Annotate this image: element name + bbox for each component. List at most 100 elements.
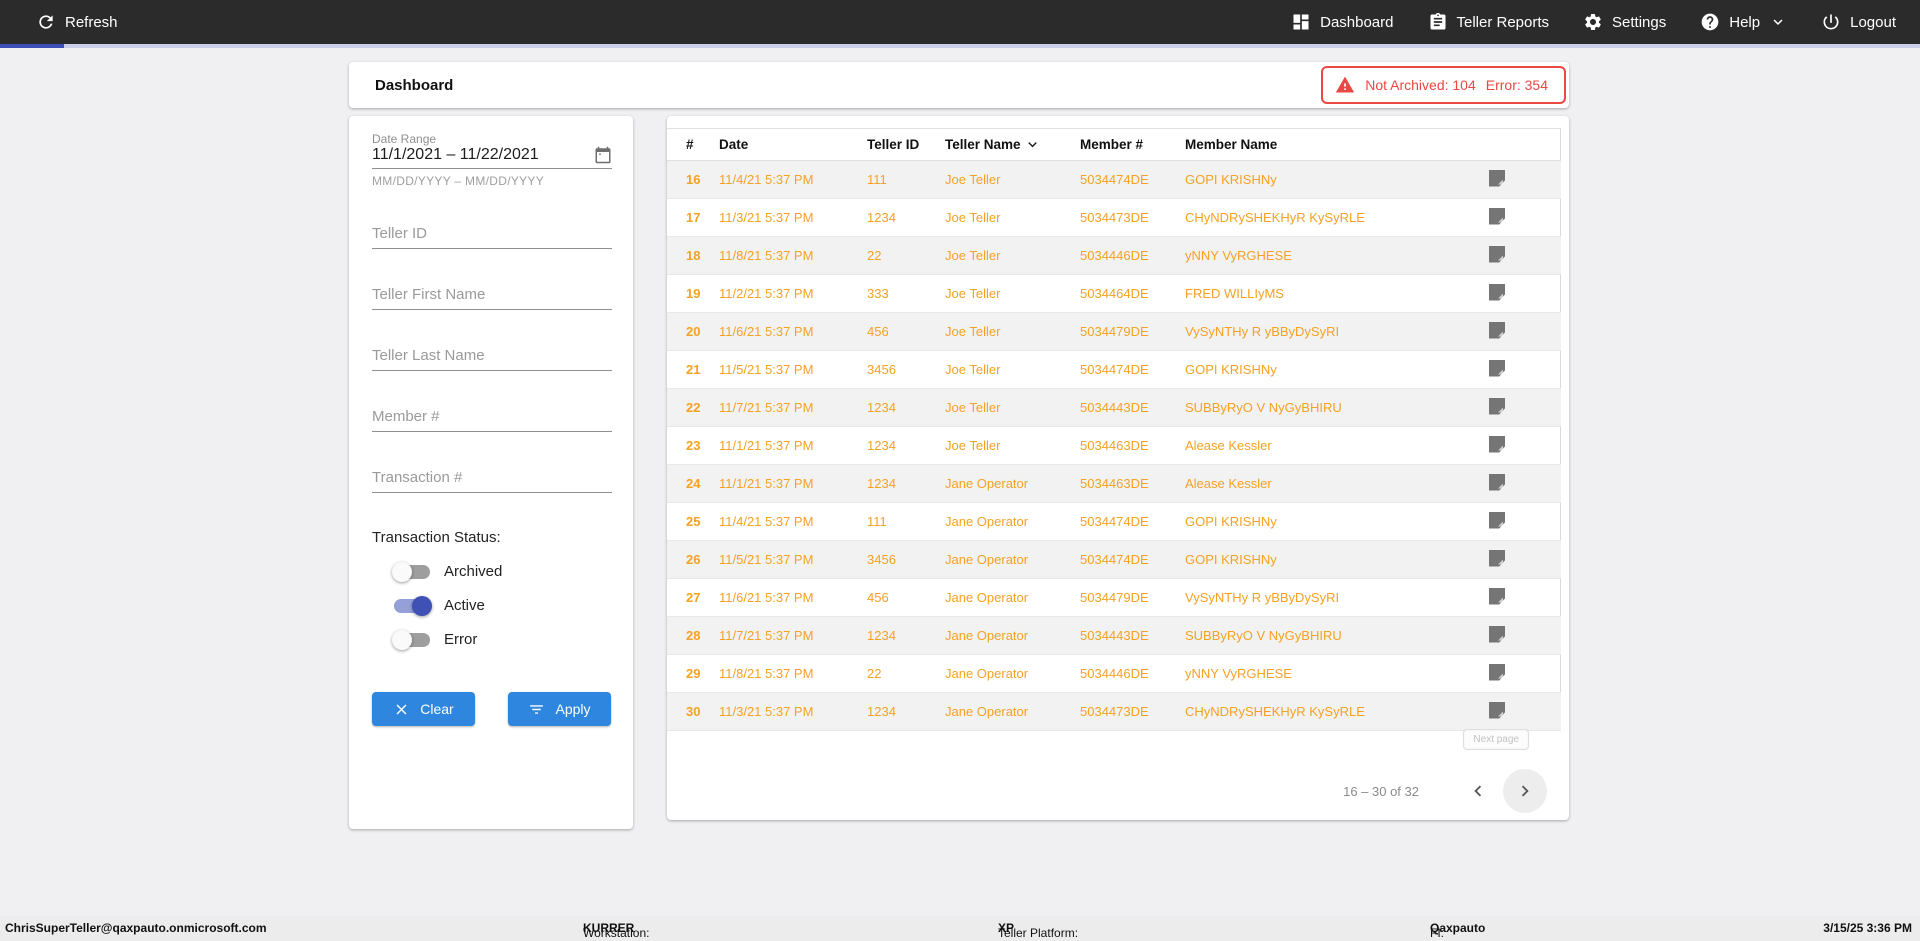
row-teller-id: 456 [867, 312, 945, 351]
nav-dashboard[interactable]: Dashboard [1291, 12, 1394, 32]
nav-logout[interactable]: Logout [1821, 12, 1896, 32]
note-icon[interactable] [1489, 663, 1505, 681]
row-number: 18 [667, 236, 719, 275]
active-toggle-label: Active [444, 597, 485, 614]
row-number: 23 [667, 426, 719, 465]
row-member-number: 5034474DE [1080, 540, 1185, 579]
row-date: 11/8/21 5:37 PM [719, 654, 867, 693]
row-date: 11/3/21 5:37 PM [719, 198, 867, 237]
next-page-button[interactable] [1503, 769, 1547, 813]
note-icon[interactable] [1489, 207, 1505, 225]
row-teller-id: 1234 [867, 464, 945, 503]
row-teller-name: Joe Teller [945, 312, 1080, 351]
note-icon[interactable] [1489, 283, 1505, 301]
column-header-date[interactable]: Date [719, 128, 867, 161]
note-icon[interactable] [1489, 625, 1505, 643]
note-icon[interactable] [1489, 587, 1505, 605]
apply-button[interactable]: Apply [508, 692, 611, 726]
row-member-name: GOPI KRISHNy [1185, 350, 1489, 389]
column-header-member-name[interactable]: Member Name [1185, 128, 1489, 161]
refresh-button[interactable]: Refresh [36, 12, 118, 32]
row-member-number: 5034479DE [1080, 578, 1185, 617]
member-number-input[interactable] [372, 404, 612, 432]
archived-toggle-row: Archived [392, 561, 612, 582]
fi-status: FI: Qaxpauto [1430, 921, 1486, 940]
date-range-input[interactable] [372, 146, 594, 164]
row-number: 24 [667, 464, 719, 503]
table-row[interactable]: 25 11/4/21 5:37 PM 111 Jane Operator 503… [667, 502, 1561, 541]
row-teller-id: 1234 [867, 388, 945, 427]
row-member-number: 5034446DE [1080, 236, 1185, 275]
calendar-icon[interactable] [594, 146, 612, 164]
table-row[interactable]: 20 11/6/21 5:37 PM 456 Joe Teller 503447… [667, 312, 1561, 351]
table-row[interactable]: 30 11/3/21 5:37 PM 1234 Jane Operator 50… [667, 692, 1561, 731]
table-row[interactable]: 26 11/5/21 5:37 PM 3456 Jane Operator 50… [667, 540, 1561, 579]
active-toggle-row: Active [394, 595, 612, 616]
nav-help[interactable]: Help [1700, 12, 1787, 32]
table-row[interactable]: 19 11/2/21 5:37 PM 333 Joe Teller 503446… [667, 274, 1561, 313]
table-row[interactable]: 29 11/8/21 5:37 PM 22 Jane Operator 5034… [667, 654, 1561, 693]
table-row[interactable]: 23 11/1/21 5:37 PM 1234 Joe Teller 50344… [667, 426, 1561, 465]
row-member-name: yNNY VyRGHESE [1185, 654, 1489, 693]
note-icon[interactable] [1489, 511, 1505, 529]
transaction-number-input[interactable] [372, 465, 612, 493]
table-row[interactable]: 24 11/1/21 5:37 PM 1234 Jane Operator 50… [667, 464, 1561, 503]
row-date: 11/7/21 5:37 PM [719, 616, 867, 655]
row-teller-name: Jane Operator [945, 616, 1080, 655]
column-header-number[interactable]: # [667, 128, 719, 161]
note-icon[interactable] [1489, 321, 1505, 339]
row-teller-id: 1234 [867, 198, 945, 237]
row-teller-id: 1234 [867, 692, 945, 731]
table-row[interactable]: 21 11/5/21 5:37 PM 3456 Joe Teller 50344… [667, 350, 1561, 389]
teller-id-input[interactable] [372, 221, 612, 249]
note-icon[interactable] [1489, 701, 1505, 719]
row-teller-name: Jane Operator [945, 540, 1080, 579]
row-date: 11/5/21 5:37 PM [719, 350, 867, 389]
note-icon[interactable] [1489, 169, 1505, 187]
table-row[interactable]: 16 11/4/21 5:37 PM 111 Joe Teller 503447… [667, 160, 1561, 199]
note-icon[interactable] [1489, 397, 1505, 415]
note-icon[interactable] [1489, 359, 1505, 377]
status-footer: ChrisSuperTeller@qaxpauto.onmicrosoft.co… [0, 916, 1920, 941]
row-member-name: CHyNDRySHEKHyR KySyRLE [1185, 692, 1489, 731]
row-date: 11/6/21 5:37 PM [719, 312, 867, 351]
row-teller-id: 3456 [867, 350, 945, 389]
previous-page-button[interactable] [1465, 778, 1491, 804]
archived-toggle-label: Archived [444, 563, 503, 580]
active-toggle[interactable] [394, 595, 432, 616]
nav-teller-reports[interactable]: Teller Reports [1428, 12, 1549, 32]
archived-toggle[interactable] [392, 561, 430, 582]
note-icon[interactable] [1489, 435, 1505, 453]
transactions-tbody: 16 11/4/21 5:37 PM 111 Joe Teller 503447… [667, 160, 1561, 731]
note-icon[interactable] [1489, 473, 1505, 491]
transactions-panel: # Date Teller ID Teller Name Member # Me… [667, 116, 1569, 820]
table-row[interactable]: 17 11/3/21 5:37 PM 1234 Joe Teller 50344… [667, 198, 1561, 237]
row-number: 16 [667, 160, 719, 199]
table-row[interactable]: 28 11/7/21 5:37 PM 1234 Jane Operator 50… [667, 616, 1561, 655]
row-note-cell [1489, 464, 1561, 503]
note-icon[interactable] [1489, 549, 1505, 567]
row-teller-id: 22 [867, 236, 945, 275]
note-icon[interactable] [1489, 245, 1505, 263]
error-toggle[interactable] [392, 629, 430, 650]
row-date: 11/4/21 5:37 PM [719, 160, 867, 199]
nav-help-label: Help [1729, 13, 1761, 31]
page-title: Dashboard [375, 76, 454, 94]
table-row[interactable]: 18 11/8/21 5:37 PM 22 Joe Teller 5034446… [667, 236, 1561, 275]
column-header-teller-name[interactable]: Teller Name [945, 128, 1080, 161]
clear-button[interactable]: Clear [372, 692, 475, 726]
table-row[interactable]: 27 11/6/21 5:37 PM 456 Jane Operator 503… [667, 578, 1561, 617]
table-row[interactable]: 22 11/7/21 5:37 PM 1234 Joe Teller 50344… [667, 388, 1561, 427]
row-note-cell [1489, 312, 1561, 351]
row-number: 29 [667, 654, 719, 693]
teller-last-name-input[interactable] [372, 343, 612, 371]
column-header-teller-id[interactable]: Teller ID [867, 128, 945, 161]
row-member-name: SUBByRyO V NyGyBHIRU [1185, 616, 1489, 655]
row-member-name: SUBByRyO V NyGyBHIRU [1185, 388, 1489, 427]
nav-settings[interactable]: Settings [1583, 12, 1666, 32]
teller-first-name-input[interactable] [372, 282, 612, 310]
row-member-number: 5034474DE [1080, 350, 1185, 389]
date-format-hint: MM/DD/YYYY – MM/DD/YYYY [372, 174, 545, 188]
nav-logout-label: Logout [1850, 13, 1896, 31]
column-header-member-number[interactable]: Member # [1080, 128, 1185, 161]
